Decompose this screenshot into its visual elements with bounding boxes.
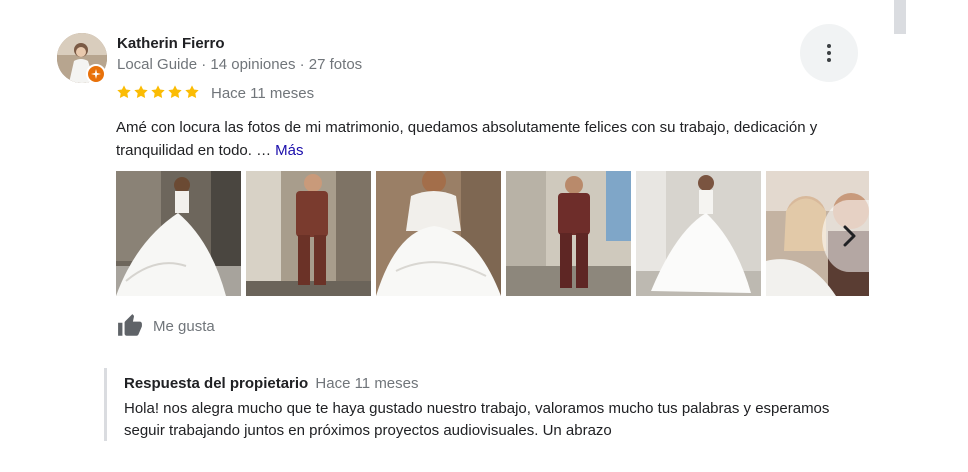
- owner-reply-date: Hace 11 meses: [315, 375, 419, 392]
- next-photos-button[interactable]: [822, 200, 876, 272]
- review-card: Katherin Fierro Local Guide · 14 opinion…: [0, 0, 968, 472]
- review-body: Amé con locura las fotos de mi matrimoni…: [116, 119, 818, 159]
- more-options-button[interactable]: [800, 24, 858, 82]
- photo-4[interactable]: [506, 171, 631, 296]
- author-meta[interactable]: Local Guide · 14 opiniones · 27 fotos: [117, 56, 362, 73]
- owner-reply-text: Hola! nos alegra mucho que te haya gusta…: [124, 400, 830, 439]
- owner-reply-title: Respuesta del propietario: [124, 375, 309, 392]
- more-link[interactable]: Más: [275, 142, 303, 159]
- chevron-right-icon: [843, 225, 856, 247]
- star-icon: [185, 85, 199, 99]
- photo-5[interactable]: [636, 171, 761, 296]
- photo-1[interactable]: [116, 171, 241, 296]
- photo-3[interactable]: [376, 171, 501, 296]
- owner-reply-header: Respuesta del propietario Hace 11 meses: [124, 375, 419, 392]
- photo-2[interactable]: [246, 171, 371, 296]
- review-date: Hace 11 meses: [211, 85, 315, 102]
- thumb-up-icon: [118, 314, 142, 336]
- star-icon: [168, 85, 182, 99]
- author-name[interactable]: Katherin Fierro: [117, 35, 225, 52]
- star-icon: [117, 85, 131, 99]
- review-text: Amé con locura las fotos de mi matrimoni…: [116, 116, 876, 162]
- local-guide-icon: [86, 64, 106, 84]
- like-button[interactable]: Me gusta: [116, 313, 215, 339]
- rating-stars: [116, 84, 200, 102]
- star-icon: [151, 85, 165, 99]
- photo-strip: [116, 171, 869, 296]
- owner-reply: Respuesta del propietario Hace 11 meses …: [104, 368, 844, 441]
- like-label: Me gusta: [153, 317, 215, 335]
- star-icon: [134, 85, 148, 99]
- more-vert-icon: [827, 44, 831, 62]
